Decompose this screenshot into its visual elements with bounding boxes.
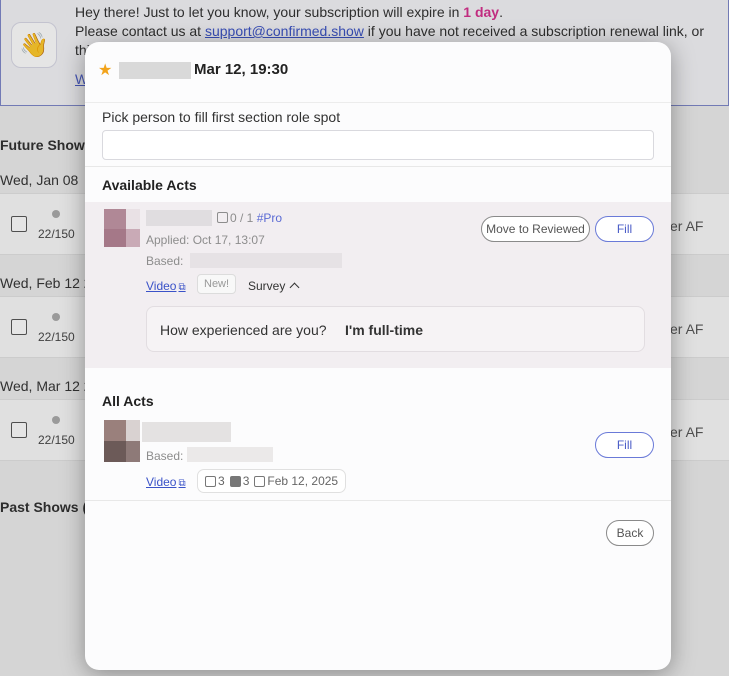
video-link[interactable]: Video ⧉ [146,475,186,489]
calendar-check-icon [205,475,216,487]
redacted-name [119,62,191,79]
modal-header: ★ Mar 12, 19:30 [85,42,671,103]
fill-button[interactable]: Fill [595,432,654,458]
based-label: Based: [146,449,184,463]
pick-person-label: Pick person to fill first section role s… [102,109,341,125]
survey-answer: I'm full-time [345,322,423,338]
video-link[interactable]: Video ⧉ [146,279,186,293]
available-acts-title: Available Acts [102,177,197,193]
act-avatar [104,420,140,462]
stat-shows: 3 [218,474,225,488]
chevron-up-icon [289,282,300,293]
pick-person-input[interactable] [102,130,654,160]
slots-text: 0 / 1 [230,211,254,225]
fill-button[interactable]: Fill [595,216,654,242]
divider [85,500,671,501]
fill-spot-modal: ★ Mar 12, 19:30 Pick person to fill firs… [85,42,671,670]
stat-contacts: 3 [242,474,250,488]
survey-label: Survey [248,279,286,293]
back-button[interactable]: Back [606,520,654,546]
video-link-text: Video [146,475,177,489]
star-icon: ★ [98,62,113,79]
all-acts-title: All Acts [102,393,154,409]
based-label: Based: [146,254,184,268]
redacted-act-name [146,210,212,226]
applied-date: Applied: Oct 17, 13:07 [146,233,265,247]
act-slots: 0 / 1 #Pro [217,211,282,225]
act-stats: 3 3 Feb 12, 2025 [197,469,347,493]
divider [85,166,671,167]
redacted-act-name [142,422,231,442]
survey-toggle[interactable]: Survey [248,279,300,293]
survey-answer-box: How experienced are you? I'm full-time [146,306,645,352]
move-to-reviewed-button[interactable]: Move to Reviewed [481,216,590,242]
redacted-location [190,253,342,268]
video-link-text: Video [146,279,177,293]
calendar-icon [254,475,266,487]
checklist-icon [217,212,228,223]
contact-card-icon [229,475,241,487]
external-link-icon: ⧉ [178,282,186,293]
redacted-location [187,447,273,462]
stat-last-date: Feb 12, 2025 [267,474,339,488]
external-link-icon: ⧉ [178,478,186,489]
new-badge: New! [197,274,237,294]
modal-title: Mar 12, 19:30 [194,61,289,78]
survey-question: How experienced are you? [160,322,327,338]
pro-tag[interactable]: #Pro [257,211,282,225]
act-avatar [104,209,140,247]
